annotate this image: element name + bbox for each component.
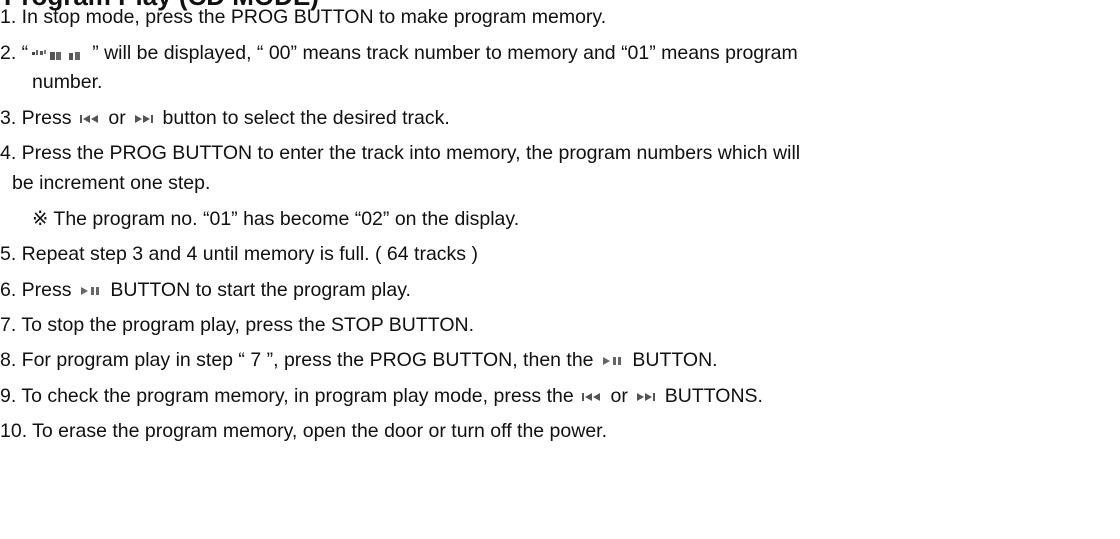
skip-back-icon xyxy=(79,114,101,126)
lcd-display-icon xyxy=(30,49,90,61)
step-2: 2. “ ” will be displayed, “ 00” means tra… xyxy=(0,41,798,65)
skip-back-icon xyxy=(581,392,603,404)
step-3-text-c: button to select the desired track. xyxy=(157,107,450,129)
play-pause-icon xyxy=(601,356,625,368)
step-9-text-c: BUTTONS. xyxy=(659,385,763,407)
step-2-continued: number. xyxy=(32,71,103,93)
skip-forward-icon xyxy=(133,114,155,126)
step-6-text-b: BUTTON to start the program play. xyxy=(104,279,411,301)
step-8-text-b: BUTTON. xyxy=(626,349,718,371)
step-8-text-a: 8. For program play in step “ 7 ”, press… xyxy=(0,349,599,371)
step-10: 10. To erase the program memory, open th… xyxy=(0,420,608,442)
step-2-text-a: 2. “ xyxy=(0,42,29,64)
step-9-text-a: 9. To check the program memory, in progr… xyxy=(0,385,580,407)
skip-forward-icon xyxy=(635,392,657,404)
step-9: 9. To check the program memory, in progr… xyxy=(0,384,763,408)
step-4: 4. Press the PROG BUTTON to enter the tr… xyxy=(0,142,801,164)
step-2-text-b: ” will be displayed, “ 00” means track n… xyxy=(92,42,798,64)
step-6-text-a: 6. Press xyxy=(0,279,77,301)
step-4-continued: be increment one step. xyxy=(12,172,211,194)
step-8: 8. For program play in step “ 7 ”, press… xyxy=(0,348,718,372)
step-3-text-a: 3. Press xyxy=(0,107,77,129)
step-5: 5. Repeat step 3 and 4 until memory is f… xyxy=(0,243,478,265)
step-3: 3. Press or button to select the desired… xyxy=(0,106,450,130)
play-pause-icon xyxy=(79,286,103,298)
step-3-text-b: or xyxy=(102,107,132,129)
step-4-note: ※ The program no. “01” has become “02” o… xyxy=(32,208,520,230)
step-9-text-b: or xyxy=(605,385,634,407)
step-7: 7. To stop the program play, press the S… xyxy=(0,314,474,336)
step-6: 6. Press BUTTON to start the program pla… xyxy=(0,278,411,302)
step-1: 1. In stop mode, press the PROG BUTTON t… xyxy=(0,6,607,28)
